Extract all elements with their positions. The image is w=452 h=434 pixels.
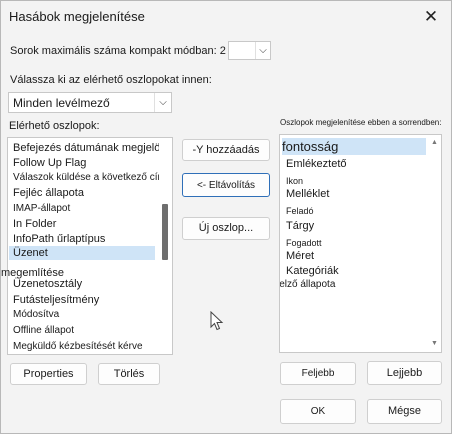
available-scrollbar[interactable] — [159, 138, 172, 354]
list-item[interactable]: Emlékeztető — [286, 157, 347, 171]
mouse-pointer-icon — [210, 311, 224, 331]
list-item[interactable]: megemlítése — [1, 267, 64, 279]
remove-button[interactable]: <- Eltávolítás — [182, 173, 270, 197]
max-rows-label: Sorok maximális száma kompakt módban: 2 — [10, 45, 226, 57]
list-item[interactable]: jelző állapota — [280, 278, 335, 292]
list-item[interactable]: Megküldő kézbesítését kérve — [13, 340, 143, 354]
list-item[interactable]: Válaszok küldése a következő címzettnek — [13, 171, 172, 185]
list-item[interactable]: In Folder — [13, 217, 56, 231]
list-item[interactable]: Kategóriák — [286, 264, 339, 278]
show-columns-dialog: Hasábok megjelenítése ✕ Sorok maximális … — [0, 0, 452, 434]
title-bar: Hasábok megjelenítése ✕ — [1, 1, 451, 33]
columns-from-label: Válassza ki az elérhető oszlopokat innen… — [10, 74, 212, 86]
list-item[interactable]: Fejléc állapota — [13, 186, 84, 200]
dialog-title: Hasábok megjelenítése — [9, 9, 145, 24]
list-item[interactable]: Méret — [286, 249, 314, 263]
move-down-button-label: Lejjebb — [386, 367, 423, 379]
list-item[interactable]: IMAP-állapot — [13, 202, 70, 216]
max-rows-input[interactable]: ⌵ — [228, 41, 271, 60]
columns-from-select[interactable]: Minden levélmező ⌵ — [8, 92, 172, 113]
list-item[interactable]: Melléklet — [286, 187, 329, 201]
chevron-down-icon[interactable]: ⌵ — [255, 42, 270, 59]
move-down-button[interactable]: Lejjebb — [367, 361, 442, 385]
list-item[interactable]: Tárgy — [286, 219, 314, 233]
scroll-down-icon[interactable]: ▼ — [428, 338, 441, 350]
shown-columns-label: Oszlopok megjelenítése ebben a sorrendbe… — [280, 118, 442, 127]
list-item[interactable]: Ikon — [286, 174, 303, 188]
close-icon[interactable]: ✕ — [421, 7, 441, 27]
properties-button-label: Properties — [23, 368, 74, 380]
delete-button-label: Törlés — [113, 368, 145, 380]
available-columns-label: Elérhető oszlopok: — [9, 120, 100, 132]
list-item-selected[interactable]: fontosság — [282, 138, 426, 155]
cancel-button-label: Mégse — [387, 405, 422, 417]
ok-button-label: OK — [310, 406, 326, 417]
shown-columns-list[interactable]: fontosság Emlékeztető Ikon Melléklet Fel… — [279, 134, 442, 353]
move-up-button-label: Feljebb — [301, 368, 335, 379]
list-item[interactable]: InfoPath űrlaptípus — [13, 232, 105, 246]
delete-button[interactable]: Törlés — [98, 363, 160, 385]
list-item[interactable]: Feladó — [286, 204, 314, 218]
ok-button[interactable]: OK — [280, 399, 356, 424]
remove-button-label: <- Eltávolítás — [196, 180, 256, 191]
new-column-button[interactable]: Új oszlop... — [182, 217, 270, 240]
list-item[interactable]: Offline állapot — [13, 324, 74, 338]
list-item[interactable]: Befejezés dátumának megjelölése — [13, 141, 172, 155]
available-columns-list[interactable]: Befejezés dátumának megjelölése Follow U… — [7, 137, 173, 355]
scroll-up-icon[interactable]: ▲ — [428, 137, 441, 149]
shown-scrollbar[interactable]: ▲ ▼ — [428, 135, 441, 352]
list-item[interactable]: Follow Up Flag — [13, 156, 86, 170]
move-up-button[interactable]: Feljebb — [280, 362, 356, 385]
new-column-button-label: Új oszlop... — [198, 222, 254, 234]
list-item-selected[interactable]: Üzenet — [9, 246, 155, 260]
cancel-button[interactable]: Mégse — [367, 399, 442, 424]
columns-from-value: Minden levélmező — [13, 96, 110, 110]
add-button-label: -Y hozzáadás — [192, 144, 260, 156]
list-item[interactable]: Üzenetosztály — [13, 277, 82, 291]
list-item[interactable]: Futásteljesítmény — [13, 293, 99, 307]
list-item[interactable]: Fogadott — [286, 236, 322, 250]
chevron-down-icon[interactable]: ⌵ — [154, 93, 171, 112]
add-button[interactable]: -Y hozzáadás — [182, 139, 270, 161]
list-item[interactable]: Módosítva — [13, 308, 59, 322]
properties-button[interactable]: Properties — [10, 363, 87, 385]
scrollbar-thumb[interactable] — [162, 204, 168, 260]
